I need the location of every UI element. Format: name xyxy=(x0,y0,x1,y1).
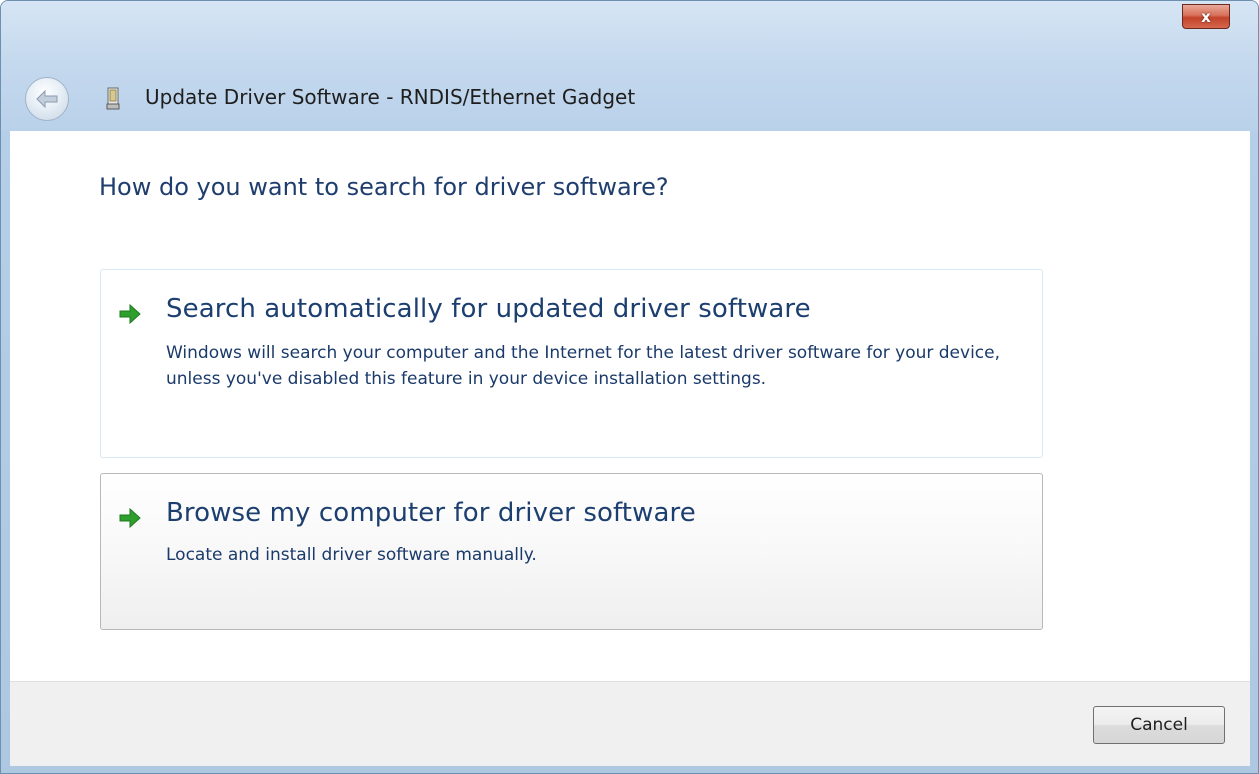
option-description: Locate and install driver software manua… xyxy=(166,545,537,565)
back-arrow-icon xyxy=(36,90,58,108)
page-heading: How do you want to search for driver sof… xyxy=(99,173,669,201)
title-bar: x Update Driver Software - RNDIS/Etherne… xyxy=(1,1,1258,131)
option-title: Browse my computer for driver software xyxy=(166,498,696,528)
cancel-button[interactable]: Cancel xyxy=(1093,706,1225,744)
device-icon xyxy=(106,87,120,110)
main-content: How do you want to search for driver sof… xyxy=(10,131,1250,681)
window-title: Update Driver Software - RNDIS/Ethernet … xyxy=(145,85,636,109)
green-arrow-icon xyxy=(119,304,141,324)
search-automatically-option[interactable]: Search automatically for updated driver … xyxy=(100,269,1043,458)
back-button[interactable] xyxy=(25,77,69,121)
close-button[interactable]: x xyxy=(1182,4,1230,29)
close-icon: x xyxy=(1201,7,1211,26)
green-arrow-icon xyxy=(119,508,141,528)
browse-computer-option[interactable]: Browse my computer for driver software L… xyxy=(100,473,1043,630)
option-description: Windows will search your computer and th… xyxy=(166,343,1001,389)
update-driver-window: x Update Driver Software - RNDIS/Etherne… xyxy=(0,0,1259,774)
option-title: Search automatically for updated driver … xyxy=(166,294,811,324)
cancel-button-label: Cancel xyxy=(1130,715,1188,735)
button-bar: Cancel xyxy=(10,681,1250,766)
